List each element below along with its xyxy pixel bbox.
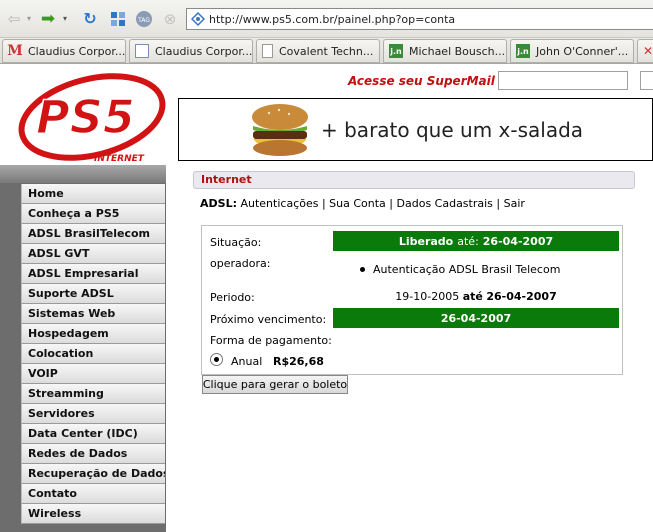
operadora-label: operadora: <box>210 257 271 270</box>
burger-icon <box>252 103 308 156</box>
sidebar-item-contato[interactable]: Contato <box>21 484 165 504</box>
svg-text:TAG: TAG <box>137 17 150 24</box>
sidebar-item-recuperacao[interactable]: Recuperação de Dados <box>21 464 165 484</box>
sidebar-item-conheca[interactable]: Conheça a PS5 <box>21 204 165 224</box>
bookmark-label: Claudius Corpor... <box>155 44 253 58</box>
calendar-icon <box>135 44 149 58</box>
sidebar-item-home[interactable]: Home <box>21 184 165 204</box>
bullet-icon <box>360 267 365 272</box>
jn-icon: j.n <box>389 44 403 58</box>
vencimento-bar: 26-04-2007 <box>333 308 619 328</box>
plan-label: Anual <box>231 355 263 368</box>
sidebar-item-sistemas-web[interactable]: Sistemas Web <box>21 304 165 324</box>
account-panel: Situação: Liberado até: 26-04-2007 opera… <box>201 225 623 375</box>
situacao-label: Situação: <box>210 236 262 249</box>
sidebar-item-wireless[interactable]: Wireless <box>21 504 165 524</box>
vencimento-value: 26-04-2007 <box>440 311 512 325</box>
periodo-value: 19-10-2005 até 26-04-2007 <box>333 290 619 303</box>
close-icon: ✕ <box>642 44 653 58</box>
document-icon <box>262 44 273 58</box>
page-content: PS5 INTERNET Acesse seu SuperMail + bara… <box>0 65 653 532</box>
sidebar-item-adsl-brasiltelecom[interactable]: ADSL BrasilTelecom <box>21 224 165 244</box>
jn-icon: j.n <box>516 44 530 58</box>
sidebar-item-adsl-empresarial[interactable]: ADSL Empresarial <box>21 264 165 284</box>
plan-radio[interactable] <box>210 353 223 366</box>
bookmark-label: Michael Bousch... <box>409 44 506 58</box>
operadora-value: Autenticação ADSL Brasil Telecom <box>373 263 561 276</box>
sidebar-item-adsl-gvt[interactable]: ADSL GVT <box>21 244 165 264</box>
bookmark-label: Claudius Corpor... <box>28 44 126 58</box>
sidebar-item-streamming[interactable]: Streamming <box>21 384 165 404</box>
bookmark-label: John O'Conner'... <box>536 44 629 58</box>
sidebar-item-servidores[interactable]: Servidores <box>21 404 165 424</box>
svg-text:PS5: PS5 <box>36 90 135 144</box>
vencimento-label: Próximo vencimento: <box>210 313 327 326</box>
generate-boleto-button[interactable]: Clique para gerar o boleto <box>202 375 348 394</box>
forward-dropdown-icon[interactable]: ▾ <box>60 9 70 29</box>
pagamento-label: Forma de pagamento: <box>210 334 332 347</box>
situacao-ate: até: <box>457 234 479 248</box>
link-autenticacoes[interactable]: Autenticações <box>240 197 318 210</box>
page-icon <box>187 9 209 29</box>
browser-toolbar: ⇦ ▾ ➡ ▾ ↻ TAG ⊗ http://www.ps5.com.br/pa… <box>0 0 653 38</box>
bookmark-tab[interactable]: Covalent Techn... <box>256 39 380 63</box>
sidebar-item-voip[interactable]: VOIP <box>21 364 165 384</box>
banner-text: + barato que um x-salada <box>321 117 584 142</box>
supermail-label: Acesse seu SuperMail <box>348 74 495 88</box>
bookmark-tab-partial[interactable]: ✕ <box>637 39 653 63</box>
sidebar-item-hospedagem[interactable]: Hospedagem <box>21 324 165 344</box>
periodo-end: 26-04-2007 <box>486 290 557 303</box>
ad-banner[interactable]: + barato que um x-salada <box>178 98 653 161</box>
situacao-date: 26-04-2007 <box>482 234 554 248</box>
link-sair[interactable]: Sair <box>504 197 525 210</box>
section-title: Internet <box>193 171 635 189</box>
ps5-logo[interactable]: PS5 INTERNET <box>12 67 172 167</box>
bookmark-tab[interactable]: j.n John O'Conner'... <box>510 39 634 63</box>
bookmark-tab[interactable]: j.n Michael Bousch... <box>383 39 507 63</box>
sidebar-item-suporte-adsl[interactable]: Suporte ADSL <box>21 284 165 304</box>
periodo-start: 19-10-2005 <box>395 290 460 303</box>
bookmark-label: Covalent Techn... <box>279 44 374 58</box>
tag-icon[interactable]: TAG <box>134 9 154 29</box>
bookmark-tab[interactable]: M Claudius Corpor... <box>2 39 126 63</box>
back-arrow-icon[interactable]: ⇦ <box>4 9 24 29</box>
svg-text:INTERNET: INTERNET <box>94 154 145 164</box>
windows-icon[interactable] <box>108 9 128 29</box>
url-text[interactable]: http://www.ps5.com.br/painel.php?op=cont… <box>209 13 455 26</box>
reload-icon[interactable]: ↻ <box>80 9 100 29</box>
link-sua-conta[interactable]: Sua Conta <box>329 197 386 210</box>
plan-price: R$26,68 <box>273 355 324 368</box>
back-dropdown-icon[interactable]: ▾ <box>24 9 34 29</box>
address-bar[interactable]: http://www.ps5.com.br/painel.php?op=cont… <box>186 8 653 30</box>
sidebar: Home Conheça a PS5 ADSL BrasilTelecom AD… <box>0 165 166 532</box>
supermail-user-input[interactable] <box>498 71 628 90</box>
sidebar-item-redes-de-dados[interactable]: Redes de Dados <box>21 444 165 464</box>
adsl-nav: ADSL: Autenticações | Sua Conta | Dados … <box>200 197 525 210</box>
link-dados-cadastrais[interactable]: Dados Cadastrais <box>397 197 493 210</box>
supermail-password-input[interactable] <box>640 71 653 90</box>
bookmark-tab[interactable]: Claudius Corpor... <box>129 39 253 63</box>
periodo-ate: até <box>462 290 483 303</box>
stop-icon[interactable]: ⊗ <box>160 9 180 29</box>
gmail-icon: M <box>7 43 23 59</box>
sidebar-menu: Home Conheça a PS5 ADSL BrasilTelecom AD… <box>21 184 165 524</box>
bookmarks-bar: M Claudius Corpor... Claudius Corpor... … <box>0 38 653 64</box>
sidebar-item-data-center[interactable]: Data Center (IDC) <box>21 424 165 444</box>
situacao-status-bar: Liberado até: 26-04-2007 <box>333 231 619 251</box>
forward-arrow-icon[interactable]: ➡ <box>38 9 58 29</box>
sidebar-header <box>0 165 166 183</box>
adsl-label: ADSL: <box>200 197 237 210</box>
operadora-item: Autenticação ADSL Brasil Telecom <box>360 263 560 276</box>
situacao-value: Liberado <box>398 234 454 248</box>
sidebar-item-colocation[interactable]: Colocation <box>21 344 165 364</box>
periodo-label: Periodo: <box>210 291 255 304</box>
